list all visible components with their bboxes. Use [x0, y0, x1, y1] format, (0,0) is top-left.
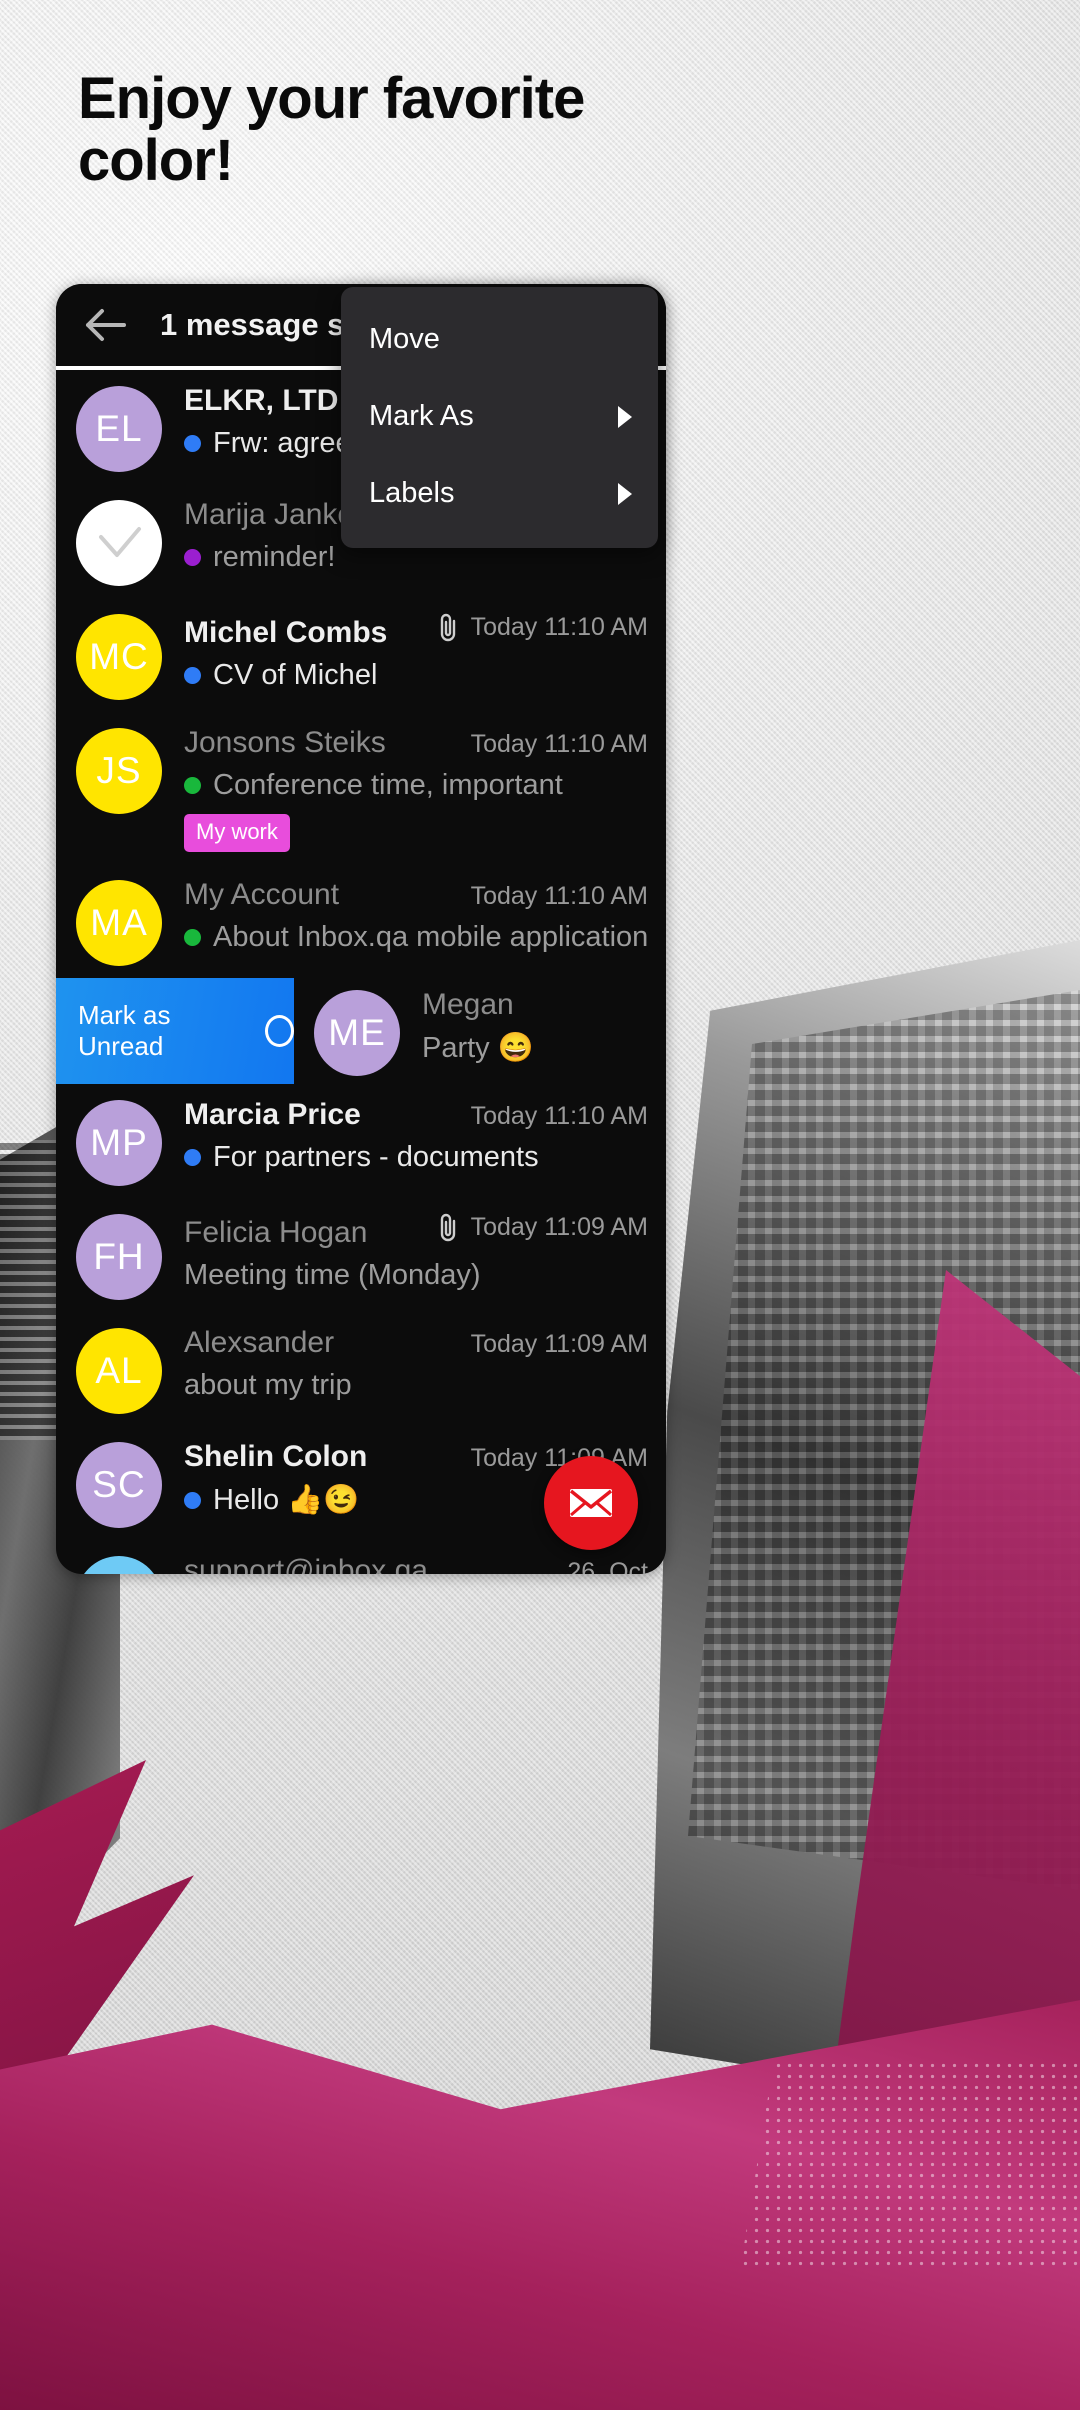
envelope-icon	[569, 1489, 613, 1517]
avatar[interactable]: FH	[76, 1214, 162, 1300]
list-item-body: support@inbox.qa 26. Oct New sign in fro…	[162, 1552, 648, 1574]
label-tag[interactable]: My work	[184, 814, 290, 852]
timestamp: Today 11:09 AM	[470, 1212, 648, 1241]
list-item[interactable]: MA My Account Today 11:10 AM About Inbox…	[56, 864, 666, 978]
subject-text: About Inbox.qa mobile application	[213, 921, 649, 953]
unread-dot-icon	[184, 1491, 201, 1509]
subject-text: Hello 👍😉	[213, 1484, 360, 1516]
avatar[interactable]: EL	[76, 386, 162, 472]
avatar[interactable]: MA	[76, 880, 162, 966]
timestamp: Today 11:10 AM	[470, 612, 648, 641]
menu-item-mark-as[interactable]: Mark As	[341, 378, 658, 455]
avatar-initials: JS	[96, 750, 142, 791]
avatar[interactable]: MC	[76, 614, 162, 700]
timestamp: Today 11:09 AM	[470, 1330, 648, 1358]
timestamp: Today 11:10 AM	[470, 730, 648, 758]
menu-item-label: Mark As	[369, 400, 474, 432]
avatar-initials: SC	[92, 1464, 146, 1505]
list-item-meta: 26. Oct	[553, 1558, 648, 1574]
subject-text: reminder!	[213, 541, 336, 573]
sender-name: Alexsander	[184, 1326, 335, 1359]
avatar-selected[interactable]	[76, 500, 162, 586]
back-arrow-icon[interactable]	[82, 305, 128, 345]
app-bar-title: 1 message s	[160, 307, 345, 342]
promo-headline: Enjoy your favorite color!	[78, 66, 585, 194]
chevron-right-icon	[618, 405, 632, 428]
list-item[interactable]: AL Alexsander Today 11:09 AM about my tr…	[56, 1312, 666, 1426]
avatar-initials: MA	[90, 902, 148, 943]
sender-name: Michel Combs	[184, 616, 388, 649]
avatar[interactable]: MP	[76, 1100, 162, 1186]
list-item-body: Alexsander Today 11:09 AM about my trip	[162, 1324, 648, 1402]
menu-item-label: Labels	[369, 477, 455, 509]
list-item-body: Felicia Hogan Today 11:09 AM Meeting tim…	[162, 1210, 648, 1292]
avatar-initials: FH	[93, 1236, 145, 1277]
sender-name: support@inbox.qa	[184, 1554, 428, 1574]
check-icon	[99, 527, 141, 557]
unread-circle-icon	[264, 1015, 294, 1047]
avatar-initials: AL	[95, 1350, 143, 1391]
subject-text: Meeting time (Monday)	[184, 1259, 481, 1291]
list-item-body: Marcia Price Today 11:10 AM For partners…	[162, 1096, 648, 1174]
background-dot-pattern	[740, 2060, 1080, 2270]
sender-name: Marcia Price	[184, 1098, 361, 1131]
attachment-icon	[440, 613, 455, 642]
list-item-body[interactable]: ME Megan Party 😄	[294, 978, 666, 1084]
sender-name: My Account	[184, 878, 340, 911]
list-item-body: Jonsons Steiks Today 11:10 AM Conference…	[162, 724, 648, 852]
context-menu[interactable]: Move Mark As Labels	[341, 287, 658, 548]
unread-dot-icon	[184, 1149, 201, 1166]
mark-as-unread-action[interactable]: Mark as Unread	[56, 978, 294, 1084]
list-item[interactable]: MP Marcia Price Today 11:10 AM For partn…	[56, 1084, 666, 1198]
timestamp: 26. Oct	[567, 1558, 648, 1574]
email-list[interactable]: EL ELKR, LTD Frw: agreeme Marija Jankov	[56, 370, 666, 1574]
avatar-initials: MC	[89, 636, 149, 677]
unread-dot-icon	[184, 549, 201, 566]
avatar[interactable]: JS	[76, 728, 162, 814]
list-item-text: Megan Party 😄	[400, 986, 648, 1065]
subject-text: Party 😄	[422, 1032, 534, 1064]
list-item-meta: Today 11:09 AM	[457, 1330, 648, 1359]
subject-text: about my trip	[184, 1369, 352, 1401]
avatar[interactable]: ME	[314, 990, 400, 1076]
subject-text: Conference time, important	[213, 769, 563, 801]
mark-as-unread-label: Mark as Unread	[78, 1000, 171, 1061]
unread-dot-icon	[184, 777, 201, 794]
avatar[interactable]: AL	[76, 1328, 162, 1414]
unread-dot-icon	[184, 929, 201, 946]
sender-name: Shelin Colon	[184, 1440, 368, 1473]
menu-item-labels[interactable]: Labels	[341, 455, 658, 532]
avatar-initials: ME	[328, 1012, 386, 1053]
list-item-meta: Today 11:10 AM	[457, 1102, 648, 1131]
attachment-icon	[440, 1213, 455, 1242]
list-item[interactable]: MC Michel Combs Today 11:10 AM CV of Mic…	[56, 598, 666, 712]
list-item-meta: Today 11:10 AM	[457, 882, 648, 911]
menu-item-move[interactable]: Move	[341, 301, 658, 378]
list-item-body: My Account Today 11:10 AM About Inbox.qa…	[162, 876, 648, 954]
list-item-meta: Today 11:09 AM	[421, 1212, 648, 1242]
subject-text: CV of Michel	[213, 659, 378, 691]
timestamp: Today 11:10 AM	[470, 882, 648, 910]
timestamp: Today 11:10 AM	[470, 1102, 648, 1130]
list-item-body: Michel Combs Today 11:10 AM CV of Michel	[162, 610, 648, 692]
compose-fab-button[interactable]	[544, 1456, 638, 1550]
menu-item-label: Move	[369, 323, 440, 355]
sender-name: Megan	[422, 988, 514, 1021]
avatar[interactable]: SU	[76, 1556, 162, 1574]
chevron-right-icon	[618, 482, 632, 505]
unread-dot-icon	[184, 435, 201, 452]
list-item-meta: Today 11:10 AM	[421, 612, 648, 642]
subject-text: For partners - documents	[213, 1141, 539, 1173]
unread-dot-icon	[184, 667, 201, 684]
sender-name: Jonsons Steiks	[184, 726, 386, 759]
avatar-initials: MP	[90, 1122, 148, 1163]
avatar[interactable]: SC	[76, 1442, 162, 1528]
avatar-initials: EL	[95, 408, 143, 449]
sender-name: Felicia Hogan	[184, 1216, 368, 1249]
list-item-meta: Today 11:10 AM	[457, 730, 648, 759]
list-item-swiped[interactable]: Mark as Unread ME Megan Party 😄	[56, 978, 666, 1084]
list-item[interactable]: FH Felicia Hogan Today 11:09 AM Meeting …	[56, 1198, 666, 1312]
sender-name: ELKR, LTD	[184, 384, 339, 417]
list-item[interactable]: JS Jonsons Steiks Today 11:10 AM Confere…	[56, 712, 666, 864]
